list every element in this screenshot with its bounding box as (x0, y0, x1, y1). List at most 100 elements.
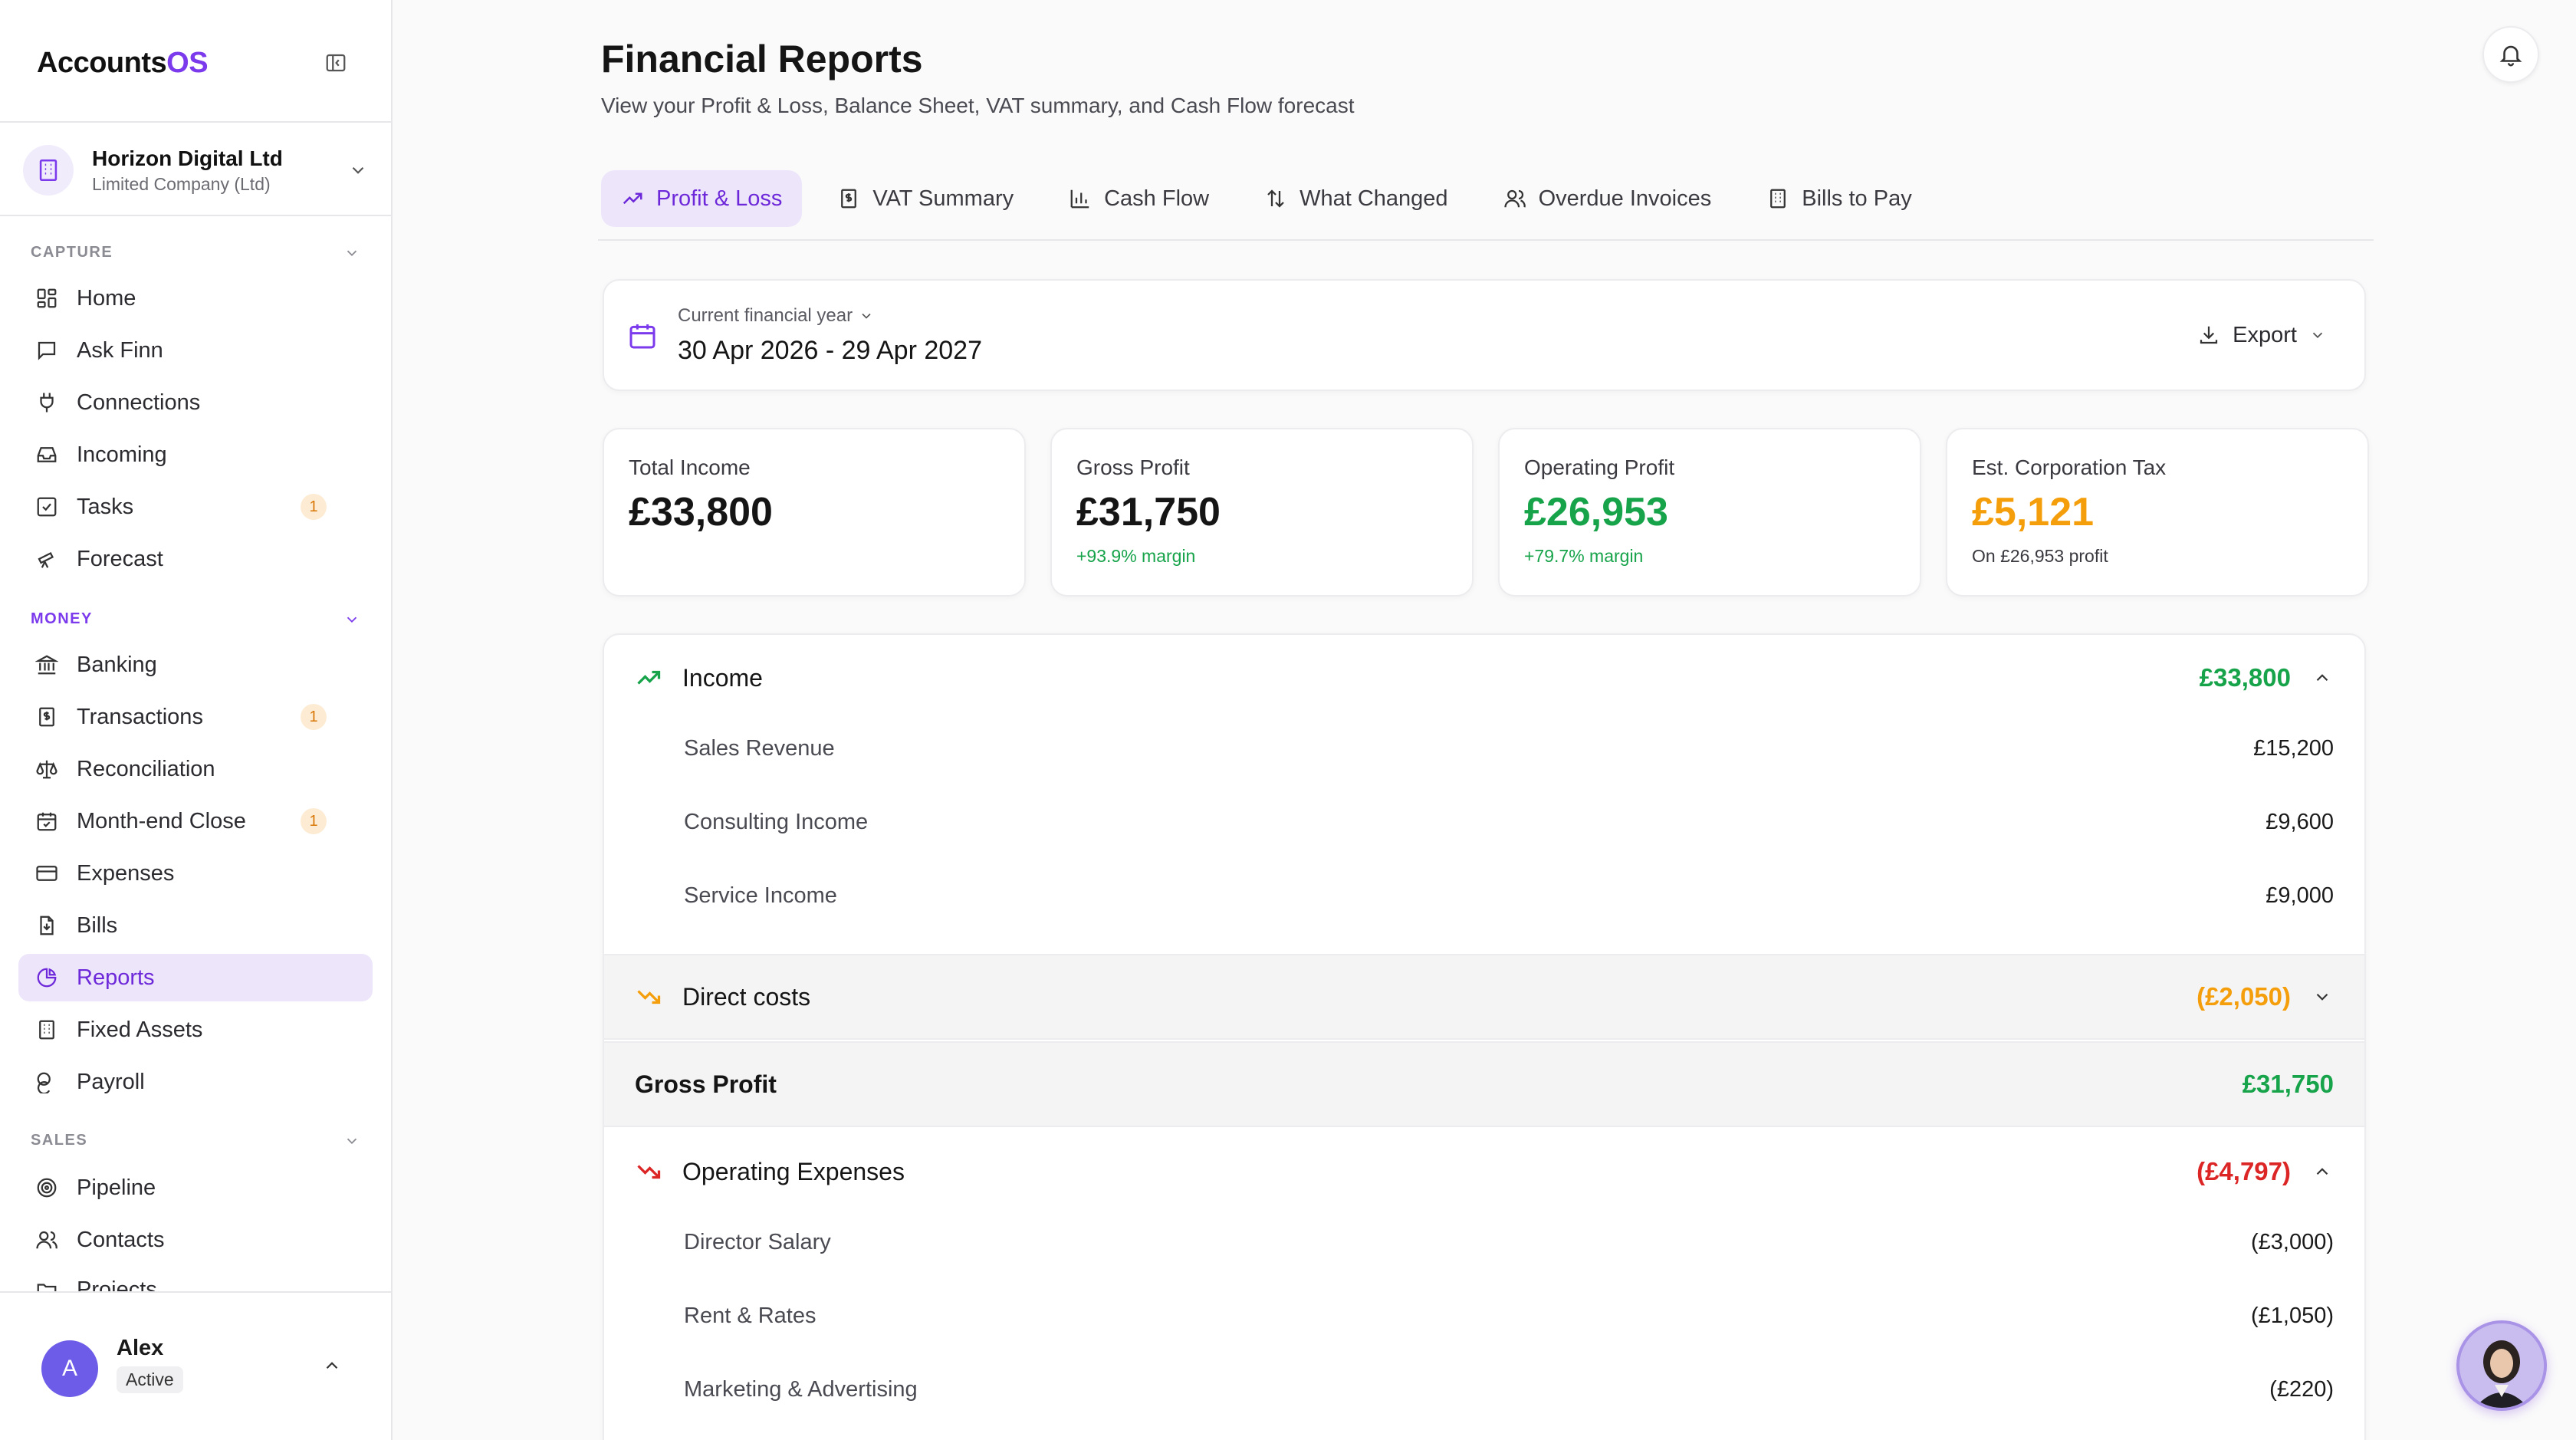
sidebar-item-bills[interactable]: Bills (18, 902, 373, 949)
operating-expenses-section-header[interactable]: Operating Expenses (£4,797) (604, 1129, 2364, 1215)
sidebar-collapse-icon (326, 54, 346, 72)
arrows-updown-icon (1267, 189, 1284, 208)
stat-value: £26,953 (1524, 490, 1668, 534)
sidebar-item-forecast[interactable]: Forecast (18, 535, 373, 583)
section-capture[interactable]: CAPTURE (31, 244, 360, 261)
tab-bills-to-pay[interactable]: Bills to Pay (1746, 170, 1931, 227)
chevron-up-icon (326, 1362, 338, 1369)
building-icon (39, 1020, 54, 1040)
sidebar-item-transactions[interactable]: Transactions 1 (18, 693, 373, 741)
user-menu[interactable]: A Alex Active (0, 1291, 391, 1440)
chevron-down-icon (352, 166, 364, 174)
sidebar-item-pipeline[interactable]: Pipeline (18, 1164, 373, 1212)
tab-cash-flow[interactable]: Cash Flow (1049, 170, 1229, 227)
tab-label: VAT Summary (872, 186, 1014, 211)
sidebar-item-tasks[interactable]: Tasks 1 (18, 483, 373, 531)
chevron-down-icon (347, 250, 357, 256)
company-type: Limited Company (Ltd) (92, 173, 271, 194)
sidebar-item-month-end-close[interactable]: Month-end Close 1 (18, 797, 373, 845)
line-amount: (£3,000) (2250, 1229, 2334, 1254)
direct-costs-section-header[interactable]: Direct costs (£2,050) (604, 954, 2364, 1040)
chevron-up-icon (2316, 674, 2328, 682)
line-label: Rent & Rates (684, 1303, 816, 1328)
sidebar-item-label: Home (77, 285, 136, 311)
sidebar-item-ask-finn[interactable]: Ask Finn (18, 327, 373, 374)
sidebar-item-fixed-assets[interactable]: Fixed Assets (18, 1006, 373, 1054)
tab-label: Bills to Pay (1802, 186, 1912, 211)
tab-vat-summary[interactable]: VAT Summary (817, 170, 1033, 227)
sidebar-item-reports[interactable]: Reports (18, 954, 373, 1001)
notifications-button[interactable] (2482, 26, 2539, 83)
table-row[interactable]: Sales Revenue £15,200 (604, 712, 2364, 785)
collapse-sidebar-button[interactable] (320, 48, 351, 78)
line-amount: £15,200 (2253, 735, 2334, 761)
table-row[interactable]: Marketing & Advertising (£220) (604, 1353, 2364, 1426)
period-value: 30 Apr 2026 - 29 Apr 2027 (678, 336, 982, 365)
sidebar-item-incoming[interactable]: Incoming (18, 431, 373, 478)
sidebar-item-projects[interactable]: Projects (18, 1267, 373, 1291)
company-switcher[interactable]: Horizon Digital Ltd Limited Company (Ltd… (23, 143, 368, 198)
line-amount: £9,600 (2266, 809, 2334, 834)
chevron-down-icon (2316, 993, 2328, 1001)
page-subtitle: View your Profit & Loss, Balance Sheet, … (601, 94, 1355, 117)
table-row[interactable]: Service Income £9,000 (604, 859, 2364, 932)
sidebar-item-label: Reconciliation (77, 756, 215, 781)
sidebar-item-label: Contacts (77, 1227, 165, 1252)
bank-icon (35, 655, 58, 675)
table-row[interactable]: Consulting Income £9,600 (604, 785, 2364, 859)
sidebar-item-banking[interactable]: Banking (18, 641, 373, 689)
sidebar-item-home[interactable]: Home (18, 275, 373, 322)
company-name: Horizon Digital Ltd (92, 146, 283, 170)
avatar: A (41, 1340, 98, 1397)
section-label: Direct costs (682, 982, 811, 1011)
sidebar-item-connections[interactable]: Connections (18, 379, 373, 426)
tab-profit-loss[interactable]: Profit & Loss (601, 170, 803, 227)
sidebar-item-expenses[interactable]: Expenses (18, 850, 373, 897)
sidebar-item-reconciliation[interactable]: Reconciliation (18, 745, 373, 793)
gross-profit-label: Gross Profit (635, 1070, 777, 1098)
section-sales[interactable]: SALES (31, 1132, 360, 1149)
sidebar-item-label: Payroll (77, 1069, 145, 1094)
table-row[interactable]: Rent & Rates (£1,050) (604, 1279, 2364, 1353)
section-money[interactable]: MONEY (31, 610, 360, 628)
sidebar-item-payroll[interactable]: Payroll (18, 1058, 373, 1106)
chevron-down-icon (862, 313, 871, 319)
stat-label: Operating Profit (1524, 455, 1675, 479)
tab-what-changed[interactable]: What Changed (1244, 170, 1467, 227)
sidebar-item-label: Reports (77, 965, 155, 990)
tab-label: Cash Flow (1104, 186, 1210, 211)
sidebar-item-contacts[interactable]: Contacts (18, 1216, 373, 1264)
export-label: Export (2233, 322, 2297, 347)
tab-label: Overdue Invoices (1538, 186, 1712, 211)
chat-icon (38, 341, 56, 360)
export-button[interactable]: Export (2197, 316, 2326, 354)
card-icon (36, 866, 58, 881)
assistant-avatar-button[interactable] (2456, 1320, 2547, 1411)
sidebar: AccountsOS Horizon Digital Ltd Limited C… (0, 0, 393, 1440)
app-logo[interactable]: AccountsOS (37, 47, 209, 80)
logo-row: AccountsOS (37, 38, 351, 87)
chevron-down-icon (347, 616, 357, 623)
page-title: Financial Reports (601, 38, 923, 81)
trend-up-icon (637, 670, 661, 685)
table-row[interactable]: Director Salary (£3,000) (604, 1205, 2364, 1279)
gross-profit-row: Gross Profit £31,750 (604, 1041, 2364, 1127)
transactions-count-badge: 1 (301, 704, 327, 730)
section-total: £33,800 (2199, 663, 2291, 692)
stat-margin: +79.7% margin (1524, 546, 1644, 566)
period-selector-card: Current financial year 30 Apr 2026 - 29 … (603, 279, 2366, 391)
stat-value: £33,800 (629, 490, 773, 534)
period-dropdown[interactable]: Current financial year (678, 305, 874, 327)
tab-label: What Changed (1300, 186, 1448, 211)
line-label: Service Income (684, 883, 837, 908)
stat-label: Total Income (629, 455, 751, 479)
income-section-header[interactable]: Income £33,800 (604, 635, 2364, 721)
section-total: (£4,797) (2196, 1157, 2291, 1185)
trend-down-icon (637, 1165, 661, 1179)
stat-value: £31,750 (1076, 490, 1221, 534)
building-icon (1770, 189, 1786, 209)
sidebar-item-label: Month-end Close (77, 808, 246, 833)
home-grid-icon (37, 288, 57, 308)
line-amount: (£220) (2269, 1376, 2334, 1402)
tab-overdue-invoices[interactable]: Overdue Invoices (1484, 170, 1732, 227)
